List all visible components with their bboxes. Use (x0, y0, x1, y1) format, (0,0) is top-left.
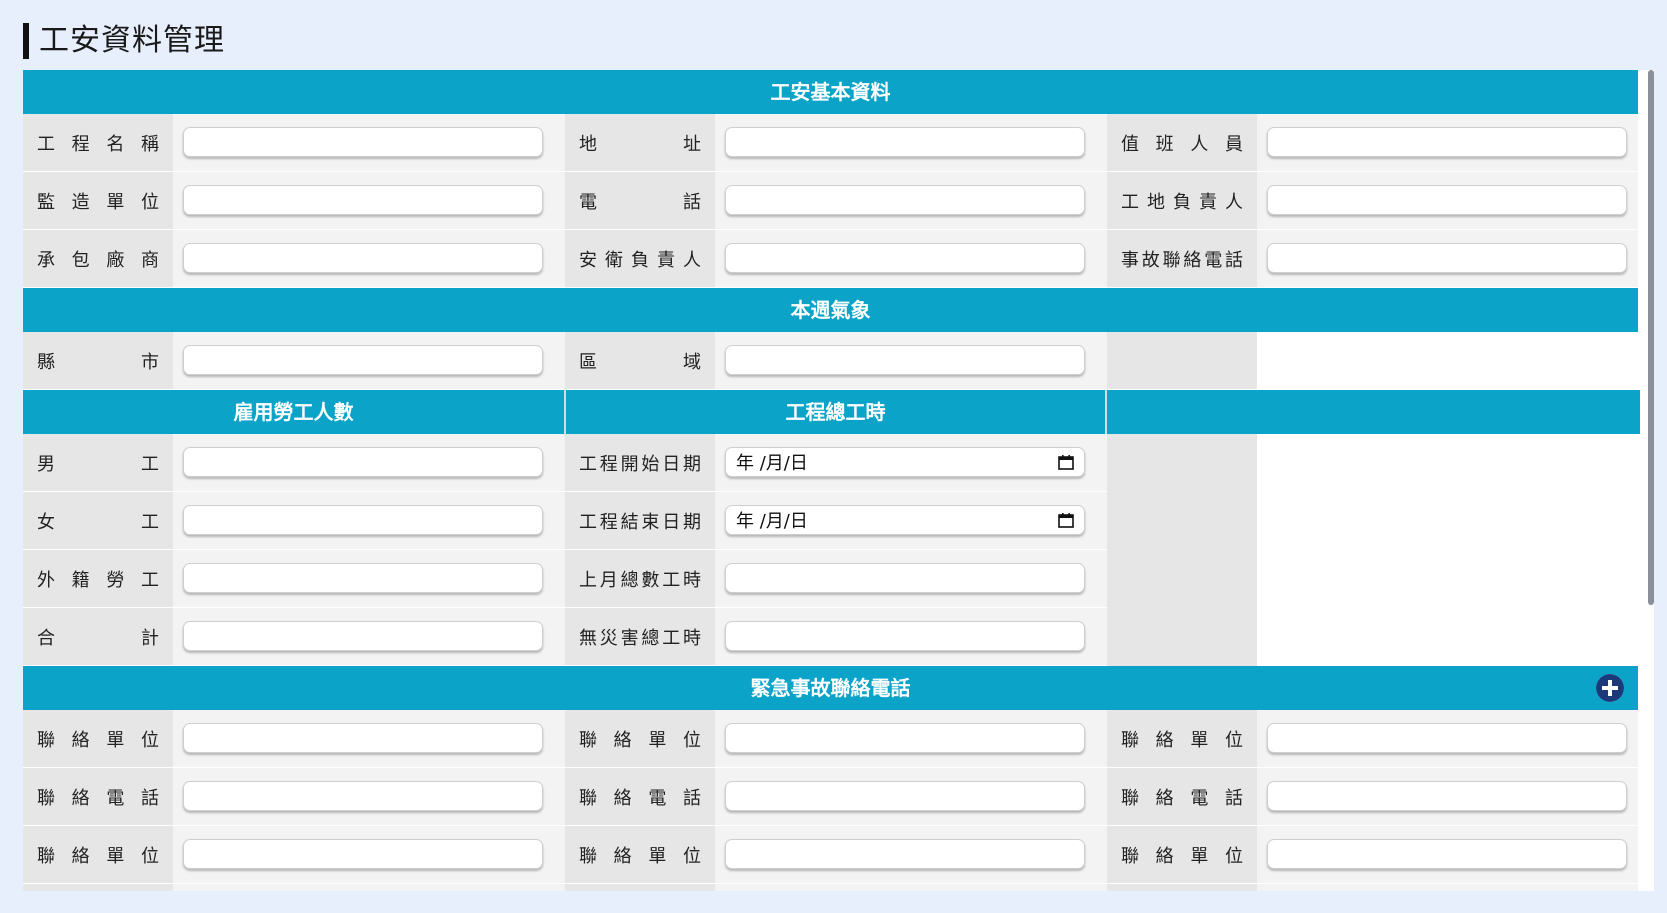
section-header-basic: 工安基本資料 (23, 70, 1638, 114)
section-header-emergency: 緊急事故聯絡電話 (23, 666, 1638, 710)
empty-cell (1257, 434, 1638, 666)
section-header-workers: 雇用勞工人數 (23, 390, 564, 434)
label-contact-unit: 聯絡單位 (1107, 826, 1257, 883)
label-accident-phone: 事故聯絡電話 (1107, 230, 1257, 287)
label-safety-officer: 安衛負責人 (565, 230, 715, 287)
empty-cell (1107, 332, 1257, 389)
contact-unit-input[interactable] (183, 723, 543, 753)
form-row: 承包廠商 安衛負責人 事故聯絡電話 (23, 230, 1638, 288)
label-female-workers: 女工 (23, 492, 173, 549)
contact-phone-input[interactable] (1267, 781, 1627, 811)
label-phone: 電話 (565, 172, 715, 229)
label-duty-staff: 值班人員 (1107, 114, 1257, 171)
section-title-emergency: 緊急事故聯絡電話 (750, 676, 911, 700)
contractor-input[interactable] (183, 243, 543, 273)
label-cell (23, 884, 173, 891)
label-total-workers: 合計 (23, 608, 173, 665)
form-row: 聯絡電話 聯絡電話 聯絡電話 (23, 768, 1638, 826)
form-row: 男工 工程開始日期 年 /月/日 (23, 434, 1107, 492)
site-manager-input[interactable] (1267, 185, 1627, 215)
contact-unit-input[interactable] (183, 839, 543, 869)
safety-officer-input[interactable] (725, 243, 1085, 273)
label-foreign-workers: 外籍勞工 (23, 550, 173, 607)
female-workers-input[interactable] (183, 505, 543, 535)
label-no-accident-hours: 無災害總工時 (565, 608, 715, 665)
vertical-scrollbar[interactable] (1648, 70, 1654, 605)
contact-unit-input[interactable] (1267, 723, 1627, 753)
calendar-icon[interactable] (1058, 512, 1074, 528)
page-title: 工安資料管理 (23, 23, 225, 59)
total-workers-input[interactable] (183, 621, 543, 651)
label-contact-phone: 聯絡電話 (1107, 768, 1257, 825)
label-project-name: 工程名稱 (23, 114, 173, 171)
label-end-date: 工程結束日期 (565, 492, 715, 549)
form-row: 監造單位 電話 工地負責人 (23, 172, 1638, 230)
section-header-hours: 工程總工時 (564, 390, 1105, 434)
foreign-workers-input[interactable] (183, 563, 543, 593)
label-district: 區域 (565, 332, 715, 389)
label-contact-phone: 聯絡電話 (565, 768, 715, 825)
form-row: 工程名稱 地址 值班人員 (23, 114, 1638, 172)
contact-unit-input[interactable] (725, 723, 1085, 753)
label-contact-unit: 聯絡單位 (23, 826, 173, 883)
label-male-workers: 男工 (23, 434, 173, 491)
label-contact-unit: 聯絡單位 (1107, 710, 1257, 767)
label-contact-phone: 聯絡電話 (23, 768, 173, 825)
supervisor-input[interactable] (183, 185, 543, 215)
label-site-manager: 工地負責人 (1107, 172, 1257, 229)
label-contact-unit: 聯絡單位 (23, 710, 173, 767)
form-row: 縣市 區域 (23, 332, 1638, 390)
form-content: 工安基本資料 工程名稱 地址 值班人員 監造單位 電話 工地負責人 承包廠商 安… (23, 70, 1640, 891)
calendar-icon[interactable] (1058, 454, 1074, 470)
label-cell (565, 884, 715, 891)
contact-unit-input[interactable] (725, 839, 1085, 869)
duty-staff-input[interactable] (1267, 127, 1627, 157)
section-header-empty (1105, 390, 1640, 434)
empty-cell (1107, 434, 1257, 666)
form-row: 女工 工程結束日期 年 /月/日 (23, 492, 1107, 550)
address-input[interactable] (725, 127, 1085, 157)
phone-input[interactable] (725, 185, 1085, 215)
empty-cell (1257, 332, 1638, 389)
form-scroll-area[interactable]: 工安基本資料 工程名稱 地址 值班人員 監造單位 電話 工地負責人 承包廠商 安… (23, 70, 1654, 891)
form-row: 外籍勞工 上月總數工時 (23, 550, 1107, 608)
split-header-row: 雇用勞工人數 工程總工時 (23, 390, 1640, 434)
project-name-input[interactable] (183, 127, 543, 157)
form-row: 聯絡單位 聯絡單位 聯絡單位 (23, 826, 1638, 884)
label-cell (1107, 884, 1257, 891)
label-last-month-hours: 上月總數工時 (565, 550, 715, 607)
label-contact-unit: 聯絡單位 (565, 826, 715, 883)
workers-hours-block: 男工 工程開始日期 年 /月/日 女工 工程結束日期 年 /月/日 外籍勞工 上… (23, 434, 1638, 666)
accident-phone-input[interactable] (1267, 243, 1627, 273)
label-address: 地址 (565, 114, 715, 171)
start-date-input[interactable]: 年 /月/日 (725, 447, 1085, 477)
add-contact-button[interactable] (1596, 674, 1624, 702)
plus-circle-icon (1596, 674, 1624, 702)
form-row: 聯絡單位 聯絡單位 聯絡單位 (23, 710, 1638, 768)
male-workers-input[interactable] (183, 447, 543, 477)
end-date-input[interactable]: 年 /月/日 (725, 505, 1085, 535)
last-month-hours-input[interactable] (725, 563, 1085, 593)
label-contractor: 承包廠商 (23, 230, 173, 287)
contact-phone-input[interactable] (725, 781, 1085, 811)
contact-unit-input[interactable] (1267, 839, 1627, 869)
no-accident-hours-input[interactable] (725, 621, 1085, 651)
contact-phone-input[interactable] (183, 781, 543, 811)
form-row: 合計 無災害總工時 (23, 608, 1107, 666)
label-supervisor: 監造單位 (23, 172, 173, 229)
label-start-date: 工程開始日期 (565, 434, 715, 491)
section-header-weather: 本週氣象 (23, 288, 1638, 332)
label-county: 縣市 (23, 332, 173, 389)
label-contact-unit: 聯絡單位 (565, 710, 715, 767)
county-input[interactable] (183, 345, 543, 375)
form-row (23, 884, 1638, 891)
district-input[interactable] (725, 345, 1085, 375)
